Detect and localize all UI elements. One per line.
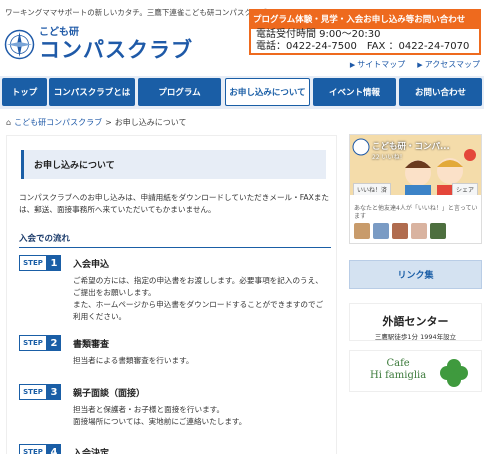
nav-top[interactable]: トップ bbox=[2, 78, 47, 106]
cafe-logo-text: Cafe Hi famiglia bbox=[370, 358, 427, 381]
links-button[interactable]: リンク集 bbox=[349, 260, 482, 289]
home-icon: ⌂ bbox=[6, 118, 12, 127]
facebook-friend-avatars bbox=[354, 223, 446, 239]
breadcrumb-current: お申し込みについて bbox=[114, 118, 187, 127]
gaigo-title: 外語センター bbox=[382, 315, 449, 328]
logo-title: コンパスクラブ bbox=[39, 38, 193, 62]
step-desc: ご希望の方には、指定の申込書をお渡しします。必要事項を記入のうえ、ご提出をお願い… bbox=[73, 276, 324, 321]
gaigo-subtitle: 三鷹駅徒歩1分 1994年設立 bbox=[374, 333, 457, 341]
main-content: お申し込みについて コンパスクラブへのお申し込みは、申請用紙をダウンロードしてい… bbox=[6, 135, 337, 454]
avatar[interactable] bbox=[411, 223, 427, 239]
step-title: 親子面談（面接） bbox=[73, 389, 146, 399]
step-badge: STEP 3 bbox=[19, 384, 61, 400]
sitemap-link[interactable]: ▶ サイトマップ bbox=[350, 59, 405, 70]
nav-about[interactable]: コンパスクラブとは bbox=[49, 78, 135, 106]
intro-text: コンパスクラブへのお申し込みは、申請用紙をダウンロードしていただきメール・FAX… bbox=[19, 193, 329, 214]
chevron-right-icon: ▶ bbox=[417, 61, 423, 69]
avatar[interactable] bbox=[373, 223, 389, 239]
step-title: 入会決定 bbox=[73, 449, 110, 454]
nav-application[interactable]: お申し込みについて bbox=[225, 78, 310, 106]
step-4: STEP 4 入会決定 bbox=[19, 444, 331, 454]
logo-subtitle: こども研 bbox=[39, 27, 79, 38]
breadcrumb-separator: > bbox=[105, 118, 112, 127]
step-badge: STEP 2 bbox=[19, 335, 61, 351]
step-1: STEP 1 入会申込 ご希望の方には、指定の申込書をお渡しします。必要事項を記… bbox=[19, 255, 331, 325]
access-map-link[interactable]: ▶ アクセスマップ bbox=[417, 59, 480, 70]
page-title: お申し込みについて bbox=[21, 150, 326, 179]
step-desc: 担当者と保護者・お子様と面接を行います。 面接場所については、実地前にご連絡いた… bbox=[73, 405, 247, 426]
step-title: 入会申込 bbox=[73, 260, 110, 270]
facebook-share-button[interactable]: シェア bbox=[451, 183, 478, 195]
avatar[interactable] bbox=[392, 223, 408, 239]
breadcrumb: ⌂ こども研コンパスクラブ > お申し込みについて bbox=[6, 117, 187, 128]
compass-logo-icon bbox=[4, 29, 35, 60]
chevron-right-icon: ▶ bbox=[349, 61, 356, 69]
gaigo-center-banner[interactable]: 外語センター 三鷹駅徒歩1分 1994年設立 bbox=[349, 303, 482, 341]
contact-box: 電話受付時間 9:00～20:30 電話：0422-24-7500 FAX ：0… bbox=[249, 27, 481, 55]
sub-links: ▶ サイトマップ ▶ アクセスマップ bbox=[350, 59, 480, 70]
facebook-like-count: 22 いいね！ bbox=[372, 154, 406, 161]
step-desc: 担当者による書類審査を行います。 bbox=[73, 356, 194, 365]
phone-hours: 電話受付時間 9:00～20:30 bbox=[256, 29, 381, 40]
facebook-friends-text: あなたと他友達4人が「いいね！」と言っています bbox=[354, 205, 478, 220]
step-badge: STEP 4 bbox=[19, 444, 61, 454]
avatar[interactable] bbox=[430, 223, 446, 239]
flow-title: 入会での流れ bbox=[19, 232, 331, 248]
nav-program[interactable]: プログラム bbox=[138, 78, 221, 106]
cafe-banner[interactable]: Cafe Hi famiglia bbox=[349, 350, 482, 392]
nav-events[interactable]: イベント情報 bbox=[313, 78, 396, 106]
nav-contact[interactable]: お問い合わせ bbox=[399, 78, 482, 106]
facebook-cover-image[interactable]: こども研・コンパ... 22 いいね！ いいね！済 シェア bbox=[350, 135, 481, 195]
facebook-page-title[interactable]: こども研・コンパ... bbox=[372, 140, 450, 152]
breadcrumb-home[interactable]: こども研コンパスクラブ bbox=[14, 117, 102, 128]
site-logo[interactable]: こども研 コンパスクラブ bbox=[4, 27, 193, 62]
step-badge: STEP 1 bbox=[19, 255, 61, 271]
site-tagline: ワーキングママサポートの新しいカタチ。三鷹下連雀こども研コンパスクラブ bbox=[5, 8, 267, 17]
facebook-like-button[interactable]: いいね！済 bbox=[353, 183, 392, 195]
facebook-widget: こども研・コンパ... 22 いいね！ いいね！済 シェア あなたと他友達4人が… bbox=[349, 134, 482, 244]
avatar[interactable] bbox=[354, 223, 370, 239]
main-nav: トップ コンパスクラブとは プログラム お申し込みについて イベント情報 お問い… bbox=[0, 76, 484, 109]
step-3: STEP 3 親子面談（面接） 担当者と保護者・お子様と面接を行います。 面接場… bbox=[19, 384, 331, 434]
step-2: STEP 2 書類審査 担当者による書類審査を行います。 bbox=[19, 335, 331, 375]
phone-fax: 電話：0422-24-7500 FAX ：0422-24-7070 bbox=[256, 41, 470, 52]
contact-banner: プログラム体験・見学・入会お申し込み等お問い合わせ bbox=[249, 9, 481, 29]
clover-icon bbox=[440, 359, 468, 387]
step-title: 書類審査 bbox=[73, 340, 110, 350]
